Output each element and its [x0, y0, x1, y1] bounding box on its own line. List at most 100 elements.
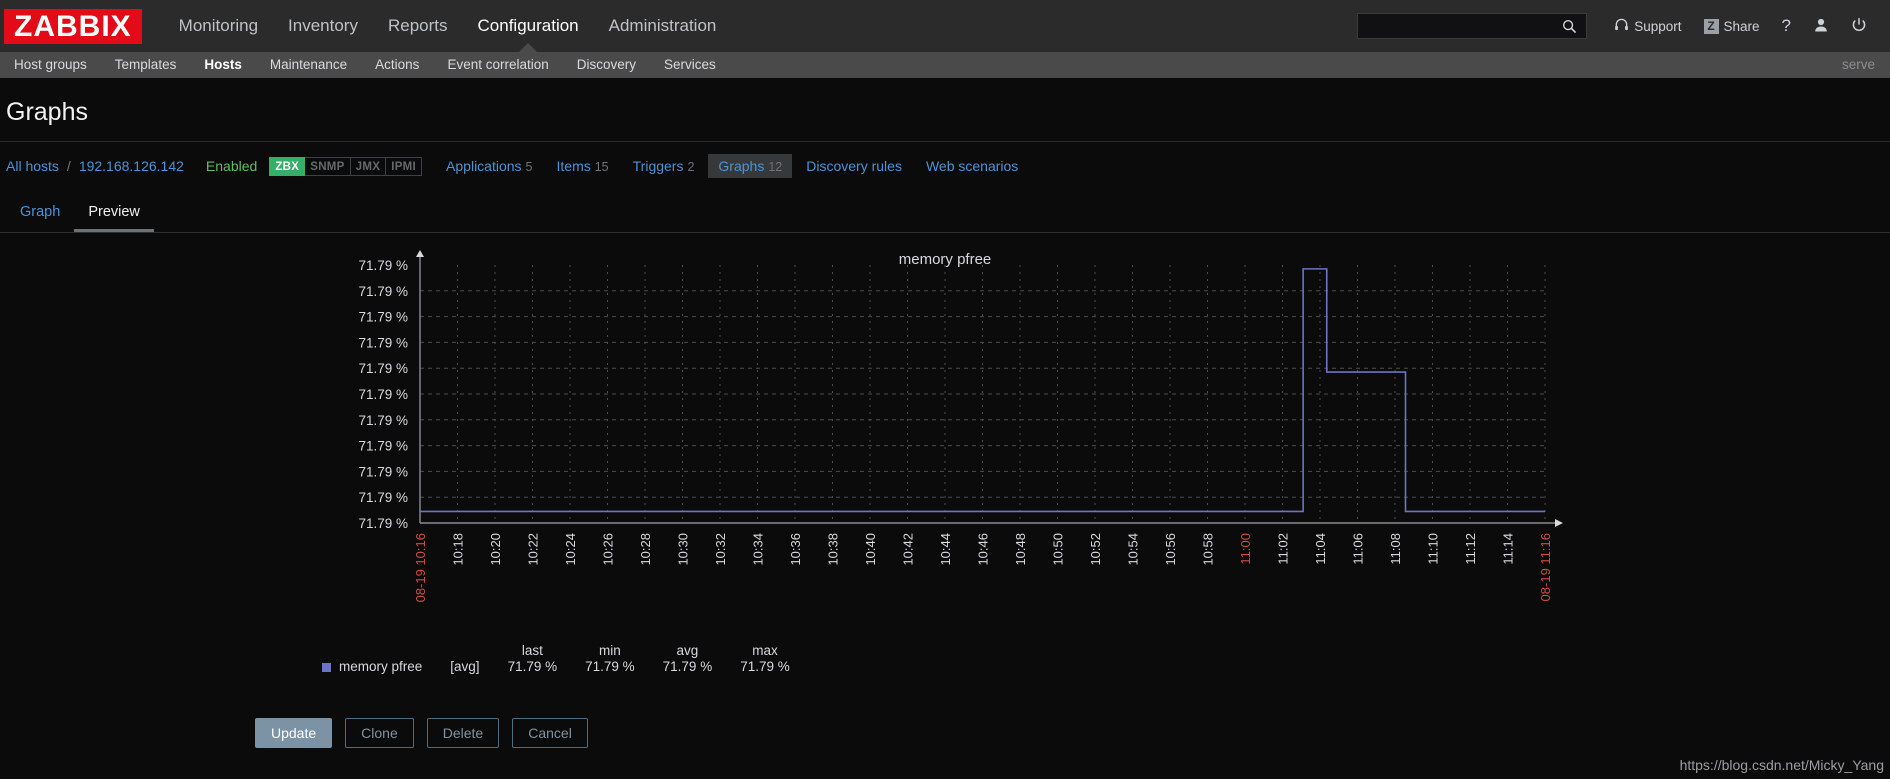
cancel-button[interactable]: Cancel — [512, 718, 588, 748]
help-link[interactable]: ? — [1771, 0, 1802, 52]
x-axis-tick-label: 10:42 — [901, 533, 916, 566]
nav-item-reports[interactable]: Reports — [373, 0, 463, 52]
global-search[interactable] — [1357, 13, 1588, 39]
x-axis-tick-label: 11:06 — [1351, 533, 1366, 565]
entity-tab-applications[interactable]: Applications 5 — [436, 154, 542, 178]
y-axis-tick-label: 71.79 % — [358, 464, 408, 479]
subnav-item-maintenance[interactable]: Maintenance — [256, 52, 361, 78]
entity-tab-triggers[interactable]: Triggers 2 — [623, 154, 705, 178]
breadcrumb: All hosts / 192.168.126.142 Enabled ZBX S… — [0, 142, 1890, 190]
entity-tab-graphs[interactable]: Graphs 12 — [708, 154, 793, 178]
y-axis-tick-label: 71.79 % — [358, 361, 408, 376]
x-axis-tick-label: 10:50 — [1051, 533, 1066, 566]
x-axis-tick-label: 10:54 — [1126, 533, 1141, 566]
tab-graph[interactable]: Graph — [6, 196, 74, 232]
entity-tab-count: 5 — [525, 160, 533, 174]
interface-badge-zbx: ZBX — [269, 156, 306, 176]
graph-legend: last min avg max memory pfree [avg] 71.79 % 71… — [322, 643, 804, 674]
top-header-bar: ZABBIX Monitoring Inventory Reports Configu… — [0, 0, 1890, 52]
x-axis-tick-label: 11:12 — [1463, 533, 1478, 565]
entity-tab-label: Graphs — [718, 158, 765, 174]
entity-tab-count: 12 — [768, 160, 783, 174]
subnav-item-host-groups[interactable]: Host groups — [0, 52, 101, 78]
interface-badge-ipmi: IPMI — [386, 156, 423, 176]
subnav-item-services[interactable]: Services — [650, 52, 730, 78]
entity-tab-label: Triggers — [632, 158, 684, 174]
graph-preview-area: memory pfree 71.79 % 71.79 % 71.79 % 71.79 … — [0, 233, 1890, 713]
nav-item-inventory[interactable]: Inventory — [273, 0, 373, 52]
subnav-item-event-correlation[interactable]: Event correlation — [433, 52, 562, 78]
x-axis-tick-label: 10:46 — [976, 533, 991, 566]
zabbix-logo[interactable]: ZABBIX — [4, 8, 142, 44]
y-axis-tick-label: 71.79 % — [358, 310, 408, 325]
legend-stat-avg: 71.79 % — [662, 659, 713, 674]
legend-header-row: last min avg max — [322, 643, 804, 659]
breadcrumb-host[interactable]: 192.168.126.142 — [79, 158, 184, 174]
user-profile-button[interactable] — [1802, 0, 1840, 52]
sub-navigation: Host groups Templates Hosts Maintenance Acti… — [0, 52, 1890, 78]
subnav-item-hosts[interactable]: Hosts — [190, 52, 256, 78]
delete-button[interactable]: Delete — [426, 718, 500, 748]
header-right-tools: Support Z Share ? — [1357, 0, 1890, 52]
x-axis-tick-label: 11:14 — [1501, 533, 1516, 565]
y-axis-tick-label: 71.79 % — [358, 258, 408, 273]
entity-tab-items[interactable]: Items 15 — [547, 154, 619, 178]
sign-out-button[interactable] — [1840, 0, 1878, 52]
legend-header-avg: avg — [676, 643, 699, 658]
host-status-badge[interactable]: Enabled — [184, 158, 269, 174]
main-navigation: Monitoring Inventory Reports Configuration A… — [164, 0, 732, 52]
server-label: serve — [1842, 57, 1876, 72]
nav-item-monitoring[interactable]: Monitoring — [164, 0, 273, 52]
entity-tab-discovery-rules[interactable]: Discovery rules — [796, 154, 912, 178]
tab-preview[interactable]: Preview — [74, 196, 154, 232]
x-axis-tick-label: 10:32 — [713, 533, 728, 566]
x-axis-tick-label: 10:28 — [638, 533, 653, 566]
page-title: Graphs — [6, 98, 88, 126]
subnav-item-templates[interactable]: Templates — [101, 52, 191, 78]
legend-series-name: memory pfree — [322, 659, 436, 674]
legend-spacer — [322, 643, 436, 659]
support-link[interactable]: Support — [1603, 0, 1692, 52]
x-axis-tick-label: 10:38 — [826, 533, 841, 566]
legend-header-max: max — [752, 643, 778, 658]
entity-tab-count: 2 — [687, 160, 695, 174]
headset-icon — [1614, 17, 1629, 35]
interface-badge-jmx: JMX — [350, 156, 387, 176]
entity-tab-web-scenarios[interactable]: Web scenarios — [916, 154, 1028, 178]
clone-button[interactable]: Clone — [345, 718, 414, 748]
power-icon — [1851, 17, 1867, 36]
x-axis-tick-label: 08-19 11:16 — [1538, 533, 1553, 601]
support-label: Support — [1634, 18, 1682, 34]
x-axis-tick-label: 10:44 — [938, 533, 953, 566]
x-axis-tick-label: 10:52 — [1088, 533, 1103, 566]
share-link[interactable]: Z Share — [1693, 0, 1771, 52]
search-icon[interactable] — [1558, 14, 1580, 38]
breadcrumb-separator: / — [66, 158, 71, 174]
update-button[interactable]: Update — [255, 718, 333, 748]
share-label: Share — [1723, 18, 1760, 34]
y-axis-tick-label: 71.79 % — [358, 284, 408, 299]
nav-item-configuration[interactable]: Configuration — [463, 0, 594, 52]
x-axis-arrow — [1555, 519, 1563, 527]
nav-item-administration[interactable]: Administration — [594, 0, 732, 52]
subnav-item-actions[interactable]: Actions — [361, 52, 433, 78]
y-axis-arrow — [416, 250, 424, 257]
entity-tab-label: Web scenarios — [925, 158, 1019, 174]
x-axis-tick-label: 08-19 10:16 — [413, 533, 428, 602]
legend-table: last min avg max memory pfree [avg] 71.79 % 71… — [322, 643, 804, 674]
form-action-buttons: Update Clone Delete Cancel — [255, 718, 588, 748]
y-axis-tick-label: 71.79 % — [358, 516, 408, 531]
y-axis-tick-label: 71.79 % — [358, 387, 408, 402]
user-icon — [1813, 17, 1829, 36]
x-axis-tick-label: 10:20 — [488, 533, 503, 566]
legend-header-min: min — [599, 643, 621, 658]
legend-spacer-2 — [436, 643, 493, 659]
entity-tab-label: Discovery rules — [806, 158, 902, 174]
x-axis-tick-label: 10:48 — [1013, 533, 1028, 566]
y-axis-tick-label: 71.79 % — [358, 490, 408, 505]
y-axis-tick-label: 71.79 % — [358, 413, 408, 428]
search-input[interactable] — [1364, 18, 1559, 34]
graph-chart: 71.79 % 71.79 % 71.79 % 71.79 % 71.79 % 71.79… — [358, 250, 1563, 602]
breadcrumb-all-hosts[interactable]: All hosts — [6, 158, 59, 174]
subnav-item-discovery[interactable]: Discovery — [563, 52, 650, 78]
